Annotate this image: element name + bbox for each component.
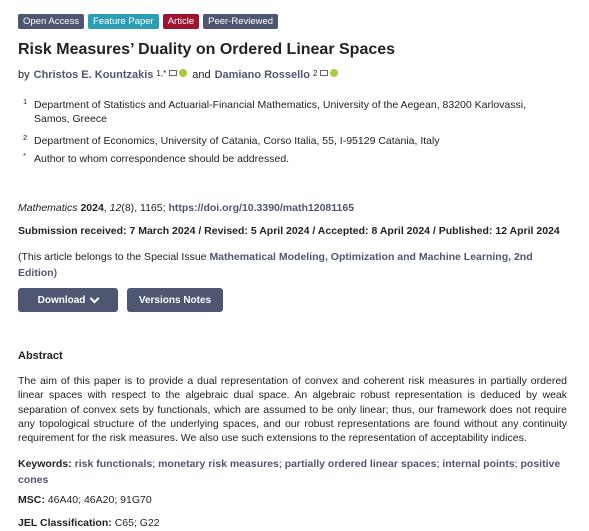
badge-feature-paper[interactable]: Feature Paper — [87, 14, 159, 29]
keyword-link[interactable]: partially ordered linear spaces — [285, 458, 437, 470]
orcid-icon[interactable] — [179, 69, 188, 77]
special-issue-note: (This article belongs to the Special Iss… — [18, 249, 548, 281]
badge-peer-reviewed[interactable]: Peer-Reviewed — [203, 14, 279, 29]
download-label: Download — [37, 294, 86, 306]
mail-icon[interactable] — [169, 70, 178, 76]
by-label: by — [18, 69, 30, 81]
and-label: and — [192, 69, 211, 81]
versions-notes-button[interactable]: Versions Notes — [127, 288, 223, 312]
author-2-affil: 2 — [312, 68, 318, 78]
author-line: by Christos E. Kountzakis 1,* and Damian… — [18, 68, 339, 81]
publication-dates: Submission received: 7 March 2024 / Revi… — [18, 225, 560, 237]
keywords: Keywords: risk functionals; monetary ris… — [18, 458, 561, 486]
abstract-heading: Abstract — [18, 350, 63, 362]
jel-label: JEL Classification: — [18, 517, 112, 529]
keyword-link[interactable]: monetary risk measures — [158, 458, 279, 470]
versions-notes-label: Versions Notes — [138, 294, 212, 306]
author-2-link[interactable]: Damiano Rossello — [215, 69, 310, 81]
jel-value: C65; G22 — [114, 517, 160, 529]
orcid-icon[interactable] — [330, 69, 339, 77]
citation-volume: 12 — [109, 202, 122, 214]
abstract-text: The aim of this paper is to provide a du… — [18, 375, 567, 445]
mail-icon[interactable] — [320, 70, 329, 76]
badge-article: Article — [162, 14, 200, 29]
citation-issue: (8) — [121, 202, 135, 214]
affiliation-number: 1 — [23, 97, 28, 106]
keywords-label: Keywords: — [18, 458, 72, 470]
download-button[interactable]: Download — [18, 288, 118, 312]
affiliation-text: Author to whom correspondence should be … — [34, 153, 290, 165]
author-1-link[interactable]: Christos E. Kountzakis — [34, 69, 154, 81]
article-header: Open Access Feature Paper Article Peer-R… — [18, 14, 573, 529]
affiliation-text: Department of Statistics and Actuarial-F… — [34, 99, 526, 125]
special-issue-suffix: ) — [53, 267, 58, 279]
badge-open-access[interactable]: Open Access — [18, 14, 84, 29]
affiliation-number: 2 — [23, 133, 28, 142]
msc-line: MSC: 46A40; 46A20; 91G70 — [18, 494, 152, 506]
citation-line: Mathematics 2024, 12(8), 1165; https://d… — [18, 202, 355, 214]
journal-name: Mathematics — [18, 202, 78, 214]
chevron-down-icon — [89, 293, 100, 303]
msc-label: MSC: — [18, 494, 45, 506]
msc-value: 46A40; 46A20; 91G70 — [47, 494, 152, 506]
citation-year: 2024 — [80, 202, 104, 214]
keyword-link[interactable]: risk functionals — [75, 458, 153, 470]
special-issue-prefix: (This article belongs to the Special Iss… — [18, 251, 210, 263]
doi-link[interactable]: https://doi.org/10.3390/math12081165 — [168, 202, 354, 214]
keyword-link[interactable]: internal points — [442, 458, 514, 470]
article-title: Risk Measures’ Duality on Ordered Linear… — [18, 41, 396, 58]
affiliation-text: Department of Economics, University of C… — [34, 135, 440, 147]
author-1-affil: 1,* — [156, 68, 167, 78]
badge-row: Open Access Feature Paper Article Peer-R… — [18, 14, 573, 29]
affiliation-number: * — [23, 151, 26, 160]
jel-line: JEL Classification: C65; G22 — [18, 517, 160, 529]
citation-article: , 1165; — [134, 202, 166, 214]
